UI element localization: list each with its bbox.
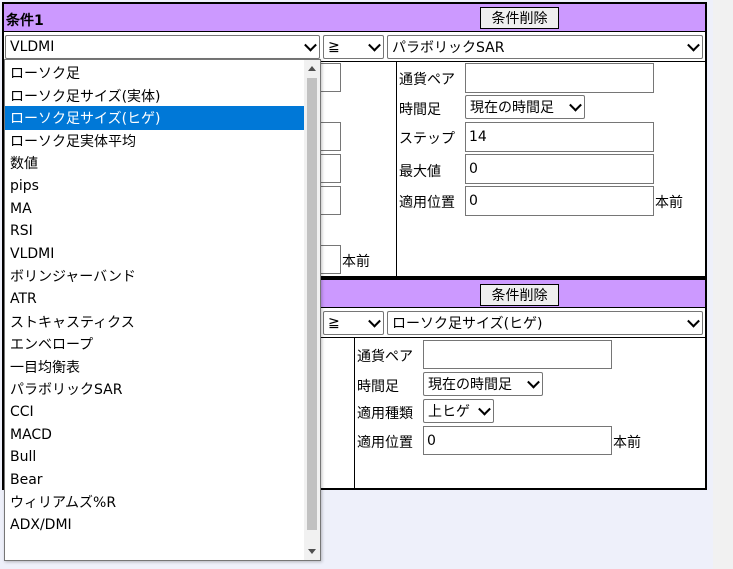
dropdown-option[interactable]: ローソク足実体平均 (5, 129, 304, 153)
condition-1-operator-select[interactable]: ≧ (323, 35, 384, 59)
condition-1-right-indicator-select[interactable]: パラボリックSAR (387, 35, 703, 59)
dropdown-option[interactable]: 数値 (5, 151, 304, 175)
condition-2-currency-pair-label: 通貨ペア (357, 349, 413, 365)
dropdown-option[interactable]: ローソク足サイズ(実体) (5, 84, 304, 108)
condition-1-timeframe-label: 時間足 (399, 102, 441, 118)
condition-2-type-value: 上ヒゲ (428, 404, 470, 420)
dropdown-option[interactable]: CCI (5, 400, 304, 424)
indicator-dropdown-list[interactable]: ローソク足 ローソク足サイズ(実体) ローソク足サイズ(ヒゲ) ローソク足実体平均 数値… (4, 59, 321, 561)
condition-2-type-select[interactable]: 上ヒゲ (423, 399, 494, 423)
condition-2-timeframe-value: 現在の時間足 (428, 377, 512, 393)
condition-1-left-indicator-value: VLDMI (10, 39, 55, 55)
dropdown-option[interactable]: pips (5, 174, 304, 198)
dropdown-option[interactable]: ATR (5, 287, 304, 311)
condition-1-currency-pair-input[interactable] (465, 63, 654, 93)
condition-1-operator-value: ≧ (328, 39, 340, 55)
condition-1-left-indicator-select[interactable]: VLDMI (5, 35, 320, 59)
dropdown-option[interactable]: RSI (5, 219, 304, 243)
condition-2-timeframe-select[interactable]: 現在の時間足 (423, 372, 543, 396)
dropdown-option[interactable]: ADX/DMI (5, 513, 304, 537)
condition-1-step-label: ステップ (399, 131, 455, 147)
condition-2-position-label: 適用位置 (357, 435, 413, 451)
condition-2-operator-select[interactable]: ≧ (323, 311, 384, 335)
condition-1-left-offset-unit: 本前 (342, 254, 370, 270)
condition-1-header (4, 4, 705, 32)
dropdown-option[interactable]: MA (5, 197, 304, 221)
chevron-down-icon (368, 314, 381, 328)
dropdown-option[interactable]: Bear (5, 468, 304, 492)
condition-1-max-input[interactable]: 0 (465, 154, 654, 184)
dropdown-option[interactable]: VLDMI (5, 242, 304, 266)
condition-1-step-input[interactable]: 14 (465, 122, 654, 152)
condition-2-column-divider (354, 337, 355, 489)
condition-1-delete-button[interactable]: 条件削除 (480, 7, 559, 29)
condition-1-column-divider (396, 61, 397, 277)
dropdown-scrollbar[interactable] (304, 60, 320, 560)
condition-1-timeframe-value: 現在の時間足 (470, 100, 554, 116)
condition-1-max-label: 最大値 (399, 164, 441, 180)
chevron-down-icon (569, 98, 582, 112)
condition-1-position-label: 適用位置 (399, 195, 455, 211)
condition-1-position-unit: 本前 (655, 195, 683, 211)
window-scrollbar[interactable] (713, 0, 733, 569)
condition-2-type-label: 適用種類 (357, 406, 413, 422)
chevron-down-icon (478, 402, 491, 416)
scroll-up-arrow-icon[interactable] (308, 66, 316, 71)
dropdown-option[interactable]: ストキャスティクス (5, 310, 304, 334)
chevron-down-icon (527, 375, 540, 389)
dropdown-option[interactable]: Bull (5, 445, 304, 469)
condition-2-currency-pair-input[interactable] (423, 340, 612, 369)
dropdown-option[interactable]: 一目均衡表 (5, 355, 304, 379)
condition-2-right-indicator-select[interactable]: ローソク足サイズ(ヒゲ) (387, 311, 703, 335)
scroll-down-arrow-icon[interactable] (308, 549, 316, 554)
condition-1-currency-pair-label: 通貨ペア (399, 72, 455, 88)
dropdown-option[interactable]: MACD (5, 423, 304, 447)
condition-1-position-input[interactable]: 0 (465, 186, 654, 216)
dropdown-option[interactable]: ウィリアムズ%R (5, 490, 304, 514)
condition-2-delete-button[interactable]: 条件削除 (480, 284, 559, 306)
dropdown-option[interactable]: エンベロープ (5, 332, 304, 356)
condition-2-position-input[interactable]: 0 (423, 426, 612, 455)
condition-2-right-indicator-value: ローソク足サイズ(ヒゲ) (392, 316, 543, 332)
chevron-down-icon (304, 38, 317, 52)
chevron-down-icon (687, 314, 700, 328)
dropdown-option[interactable]: ボリンジャーバンド (5, 264, 304, 288)
dropdown-option[interactable]: パラボリックSAR (5, 377, 304, 401)
chevron-down-icon (368, 38, 381, 52)
condition-1-right-indicator-value: パラボリックSAR (392, 40, 505, 56)
condition-2-timeframe-label: 時間足 (357, 379, 399, 395)
condition-2-position-unit: 本前 (613, 435, 641, 451)
chevron-down-icon (687, 38, 700, 52)
dropdown-option[interactable]: ローソク足 (5, 61, 304, 85)
condition-2-operator-value: ≧ (328, 315, 340, 331)
condition-1-title: 条件1 (6, 13, 44, 29)
dropdown-option[interactable]: ローソク足サイズ(ヒゲ) (5, 106, 304, 130)
condition-1-timeframe-select[interactable]: 現在の時間足 (465, 95, 585, 119)
dropdown-scrollbar-thumb[interactable] (307, 78, 317, 530)
